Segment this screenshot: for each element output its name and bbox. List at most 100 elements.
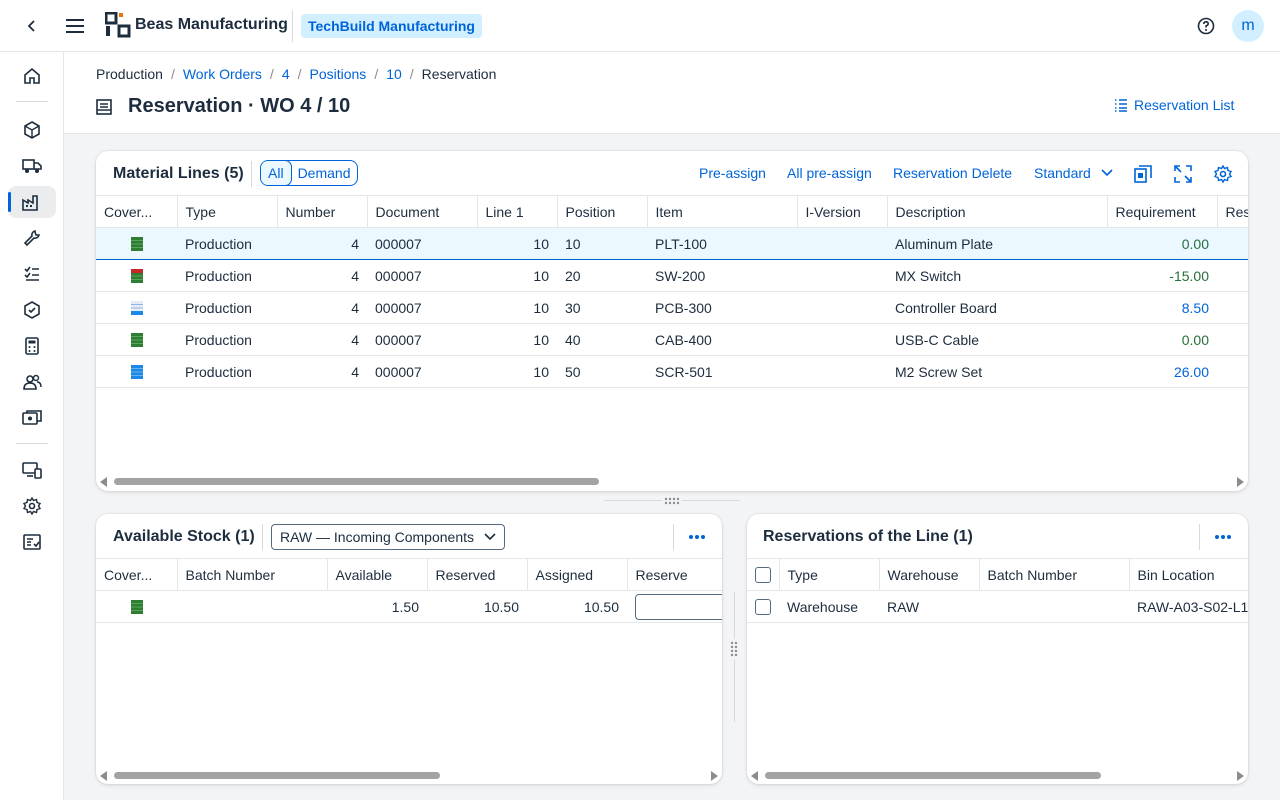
breadcrumb-pos[interactable]: 10: [386, 66, 402, 82]
table-row[interactable]: Production 4 000007 10 20 SW-200 MX Swit…: [96, 259, 1248, 292]
scrollbar-thumb[interactable]: [765, 772, 1101, 779]
horizontal-splitter-grip-icon[interactable]: [662, 496, 682, 506]
breadcrumb-work-orders[interactable]: Work Orders: [183, 66, 262, 82]
nav-quality-icon[interactable]: [8, 294, 56, 326]
reservation-list-button[interactable]: Reservation List: [1114, 97, 1234, 113]
nav-costing-icon[interactable]: [8, 402, 56, 434]
avatar[interactable]: m: [1232, 10, 1264, 42]
scroll-right-icon[interactable]: [1237, 477, 1244, 487]
pre-assign-button[interactable]: Pre-assign: [699, 165, 766, 181]
nav-settings-icon[interactable]: [8, 490, 56, 522]
scroll-right-icon[interactable]: [711, 771, 718, 781]
requirement-cell: 0.00: [1107, 323, 1217, 356]
filter-demand[interactable]: Demand: [291, 161, 358, 185]
divider: [262, 524, 263, 550]
column-header[interactable]: Item: [647, 195, 798, 228]
row-checkbox[interactable]: [755, 599, 771, 616]
document-cell: 000007: [367, 259, 477, 292]
column-header[interactable]: Assigned: [527, 558, 628, 591]
column-header[interactable]: Document: [367, 195, 478, 228]
scrollbar-thumb[interactable]: [114, 772, 440, 779]
item-cell: SCR-501: [647, 355, 797, 388]
horizontal-scrollbar[interactable]: [747, 769, 1248, 781]
column-header[interactable]: Reserve: [627, 558, 722, 591]
reserve-input[interactable]: [635, 593, 722, 620]
breadcrumb-wo[interactable]: 4: [282, 66, 290, 82]
more-options-icon[interactable]: [688, 528, 706, 546]
select-all-checkbox[interactable]: [755, 567, 771, 584]
nav-calculator-icon[interactable]: [8, 330, 56, 362]
table-settings-icon[interactable]: [1214, 165, 1232, 183]
table-row[interactable]: Production 4 000007 10 10 PLT-100 Alumin…: [96, 227, 1248, 260]
column-header[interactable]: Type: [779, 558, 880, 591]
table-row[interactable]: Production 4 000007 10 30 PCB-300 Contro…: [96, 291, 1248, 324]
document-cell: 000007: [367, 227, 477, 260]
export-icon[interactable]: [1134, 165, 1152, 183]
company-tag[interactable]: TechBuild Manufacturing: [301, 14, 482, 38]
scroll-left-icon[interactable]: [100, 771, 107, 781]
nav-devices-icon[interactable]: [8, 454, 56, 486]
scroll-left-icon[interactable]: [100, 477, 107, 487]
breadcrumb-positions[interactable]: Positions: [310, 66, 367, 82]
chevron-left-icon[interactable]: [22, 16, 42, 36]
reservation-delete-button[interactable]: Reservation Delete: [893, 165, 1012, 181]
column-header[interactable]: Number: [277, 195, 368, 228]
divider: [673, 524, 674, 550]
position-cell: 20: [557, 259, 647, 292]
column-header[interactable]: Line 1: [477, 195, 558, 228]
column-header[interactable]: Bin Location: [1129, 558, 1248, 591]
more-options-icon[interactable]: [1214, 528, 1232, 546]
filter-all[interactable]: All: [261, 161, 292, 185]
table-row[interactable]: 1.50 10.50 10.50: [96, 590, 722, 623]
table-row[interactable]: Warehouse RAW RAW-A03-S02-L1: [747, 590, 1248, 623]
column-header[interactable]: Batch Number: [979, 558, 1130, 591]
scroll-left-icon[interactable]: [751, 771, 758, 781]
nav-home-icon[interactable]: [8, 60, 56, 92]
all-pre-assign-button[interactable]: All pre-assign: [787, 165, 872, 181]
iversion-cell: [797, 227, 887, 260]
column-header[interactable]: Position: [557, 195, 648, 228]
variant-select[interactable]: Standard: [1034, 165, 1113, 181]
nav-tools-icon[interactable]: [8, 222, 56, 254]
column-header[interactable]: Reserved: [427, 558, 528, 591]
table-row[interactable]: Production 4 000007 10 50 SCR-501 M2 Scr…: [96, 355, 1248, 388]
type-cell: Production: [177, 323, 277, 356]
nav-delivery-icon[interactable]: [8, 150, 56, 182]
fullscreen-icon[interactable]: [1174, 165, 1192, 183]
column-header[interactable]: Warehouse: [879, 558, 980, 591]
number-cell: 4: [277, 355, 367, 388]
help-icon[interactable]: [1196, 16, 1216, 36]
select-cell: [747, 590, 779, 623]
column-header[interactable]: Res: [1217, 195, 1248, 228]
column-header[interactable]: Type: [177, 195, 278, 228]
nav-reports-icon[interactable]: [8, 526, 56, 558]
horizontal-scrollbar[interactable]: [96, 475, 1248, 487]
scroll-right-icon[interactable]: [1237, 771, 1244, 781]
table-row[interactable]: Production 4 000007 10 40 CAB-400 USB-C …: [96, 323, 1248, 356]
nav-people-icon[interactable]: [8, 366, 56, 398]
column-header[interactable]: Available: [327, 558, 428, 591]
reservation-list-label: Reservation List: [1134, 97, 1235, 113]
warehouse-select[interactable]: RAW — Incoming Components: [271, 524, 505, 550]
column-header[interactable]: Cover...: [96, 558, 178, 591]
scrollbar-thumb[interactable]: [114, 478, 599, 485]
nav-production-icon[interactable]: [8, 186, 56, 218]
divider: [292, 10, 293, 42]
column-header[interactable]: Requirement: [1107, 195, 1218, 228]
position-cell: 30: [557, 291, 647, 324]
coverage-blue-icon: [130, 364, 143, 379]
column-header[interactable]: Description: [887, 195, 1108, 228]
horizontal-scrollbar[interactable]: [96, 769, 722, 781]
requirement-cell: 8.50: [1107, 291, 1217, 324]
hamburger-icon[interactable]: [64, 16, 86, 36]
page-title: Reservation · WO 4 / 10: [128, 95, 351, 117]
coverage-green-icon: [130, 236, 143, 251]
column-header[interactable]: I-Version: [797, 195, 888, 228]
res-cell: [1217, 259, 1248, 292]
nav-items-icon[interactable]: [8, 114, 56, 146]
document-cell: 000007: [367, 291, 477, 324]
vertical-splitter-grip-icon[interactable]: [729, 639, 739, 659]
column-header[interactable]: Cover...: [96, 195, 178, 228]
column-header[interactable]: Batch Number: [177, 558, 328, 591]
nav-tasks-icon[interactable]: [8, 258, 56, 290]
